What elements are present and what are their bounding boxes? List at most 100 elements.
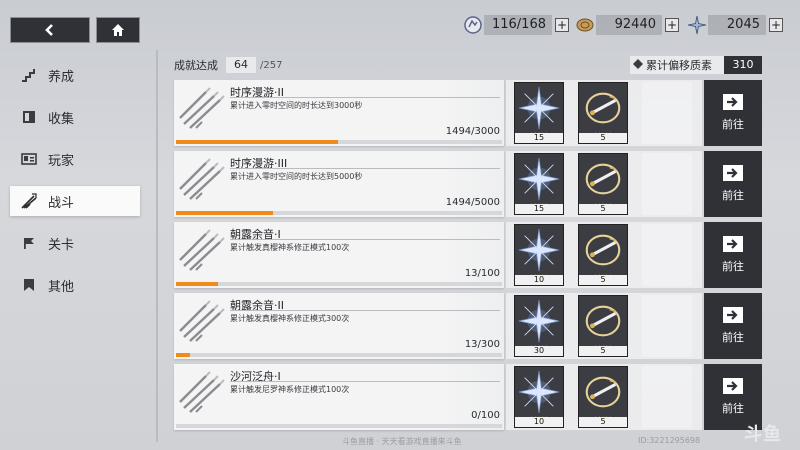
- star-crystal-icon: [516, 368, 562, 416]
- blades-emblem-icon: [176, 366, 232, 420]
- goto-button[interactable]: 前往: [704, 293, 762, 359]
- blades-emblem-icon: [176, 295, 232, 349]
- arrow-right-icon: [723, 165, 743, 181]
- empty-reward-slot: [642, 295, 692, 357]
- blades-emblem-icon: [176, 224, 232, 278]
- reward-qty: 15: [515, 204, 563, 214]
- achievement-summary: 成就达成 64 /257: [174, 56, 282, 74]
- achievement-row: 朝露余音·II累计触发真樱神系修正模式300次13/300★★★★★30★★★★…: [174, 293, 762, 359]
- goto-button[interactable]: 前往: [704, 80, 762, 146]
- reward-item[interactable]: ★★★★★15: [514, 82, 564, 144]
- stamina-resource: 116/168 +: [462, 14, 569, 36]
- progress-fill: [176, 211, 274, 215]
- progress-fill: [176, 140, 339, 144]
- achievement-desc: 累计进入零时空间的时长达到3000秒: [230, 101, 363, 110]
- sidebar-item-battle[interactable]: 战斗: [10, 186, 140, 216]
- book-icon: [20, 108, 38, 126]
- sidebar-item-player[interactable]: 玩家: [10, 144, 140, 174]
- bookmark-icon: [20, 276, 38, 294]
- swords-icon: [20, 192, 38, 210]
- goto-label: 前往: [722, 331, 744, 344]
- achievement-progress: 1494/5000: [445, 197, 500, 208]
- home-icon: [112, 24, 124, 36]
- title-underline: [230, 310, 500, 311]
- star-crystal-icon: [516, 297, 562, 345]
- reward-slots: ★★★★★10 ★★★★★5: [506, 364, 702, 430]
- empty-reward-slot: [642, 82, 692, 144]
- progress-bar: [176, 282, 502, 286]
- progress-bar: [176, 211, 502, 215]
- achievement-desc: 累计进入零时空间的时长达到5000秒: [230, 172, 363, 181]
- douyu-logo: 斗鱼: [744, 424, 782, 445]
- back-button[interactable]: [10, 17, 90, 43]
- sidebar-item-label: 养成: [48, 69, 75, 85]
- blades-emblem-icon: [176, 153, 232, 207]
- coin-icon: [574, 14, 596, 36]
- sidebar-item-label: 玩家: [48, 153, 75, 169]
- achievement-row: 时序漫游·II累计进入零时空间的时长达到3000秒1494/3000★★★★★1…: [174, 80, 762, 146]
- ring-artifact-icon: [580, 226, 626, 274]
- star-crystal-icon: [516, 226, 562, 274]
- flag-icon: [20, 234, 38, 252]
- progress-bar: [176, 353, 502, 357]
- achievement-card: 朝露余音·II 累计触发真樱神系修正模式300次 13/300: [174, 293, 504, 359]
- arrow-left-icon: [45, 24, 53, 36]
- stamina-add-button[interactable]: +: [555, 18, 569, 32]
- stamina-value: 116/168: [484, 15, 552, 35]
- sidebar-item-collection[interactable]: 收集: [10, 102, 140, 132]
- arrow-right-icon: [723, 236, 743, 252]
- home-button[interactable]: [96, 17, 140, 43]
- reward-item[interactable]: ★★★★★5: [578, 366, 628, 428]
- reward-item[interactable]: ★★★★★5: [578, 82, 628, 144]
- title-underline: [230, 168, 500, 169]
- achievement-desc: 累计触发尼罗神系修正模式100次: [230, 385, 350, 394]
- ring-artifact-icon: [580, 297, 626, 345]
- reward-item[interactable]: ★★★★★5: [578, 224, 628, 286]
- progress-fill: [176, 353, 191, 357]
- reward-item[interactable]: ★★★★★5: [578, 295, 628, 357]
- sidebar-item-other[interactable]: 其他: [10, 270, 140, 300]
- reward-qty: 5: [579, 275, 627, 285]
- sidebar-item-label: 收集: [48, 111, 75, 127]
- empty-reward-slot: [642, 366, 692, 428]
- reward-item[interactable]: ★★★★★10: [514, 366, 564, 428]
- progress-bar: [176, 140, 502, 144]
- reward-item[interactable]: ★★★★★15: [514, 153, 564, 215]
- reward-item[interactable]: ★★★★★30: [514, 295, 564, 357]
- reward-qty: 5: [579, 133, 627, 143]
- divider: [156, 50, 158, 442]
- goto-button[interactable]: 前往: [704, 222, 762, 288]
- goto-button[interactable]: 前往: [704, 151, 762, 217]
- achievement-row: 时序漫游·III累计进入零时空间的时长达到5000秒1494/5000★★★★★…: [174, 151, 762, 217]
- empty-reward-slot: [642, 153, 692, 215]
- watermark-left: 斗鱼直播 · 天天看游戏直播来斗鱼: [342, 437, 462, 446]
- bias-label: 累计偏移质素: [646, 59, 712, 72]
- goto-label: 前往: [722, 402, 744, 415]
- crystal-add-button[interactable]: +: [769, 18, 783, 32]
- achievement-row: 沙河泛舟·I累计触发尼罗神系修正模式100次0/100★★★★★10★★★★★5…: [174, 364, 762, 430]
- id-card-icon: [20, 150, 38, 168]
- reward-item[interactable]: ★★★★★10: [514, 224, 564, 286]
- reward-qty: 5: [579, 346, 627, 356]
- diamond-icon: [630, 58, 646, 72]
- reward-item[interactable]: ★★★★★5: [578, 153, 628, 215]
- coin-add-button[interactable]: +: [665, 18, 679, 32]
- sidebar-item-development[interactable]: 养成: [10, 60, 140, 90]
- empty-reward-slot: [642, 224, 692, 286]
- arrow-right-icon: [723, 307, 743, 323]
- goto-label: 前往: [722, 260, 744, 273]
- reward-slots: ★★★★★30 ★★★★★5: [506, 293, 702, 359]
- goto-label: 前往: [722, 189, 744, 202]
- coin-resource: 92440 +: [574, 14, 679, 36]
- arrow-right-icon: [723, 378, 743, 394]
- sidebar-item-stage[interactable]: 关卡: [10, 228, 140, 258]
- top-bar: 116/168 + 92440 + 2045 +: [0, 0, 800, 48]
- achievement-progress: 0/100: [471, 410, 500, 421]
- sidebar-item-label: 关卡: [48, 237, 75, 253]
- blades-emblem-icon: [176, 82, 232, 136]
- ring-artifact-icon: [580, 84, 626, 132]
- achievement-progress: 1494/3000: [445, 126, 500, 137]
- watermark-right: ID:3221295698: [638, 436, 701, 445]
- reward-slots: ★★★★★15 ★★★★★5: [506, 151, 702, 217]
- title-underline: [230, 97, 500, 98]
